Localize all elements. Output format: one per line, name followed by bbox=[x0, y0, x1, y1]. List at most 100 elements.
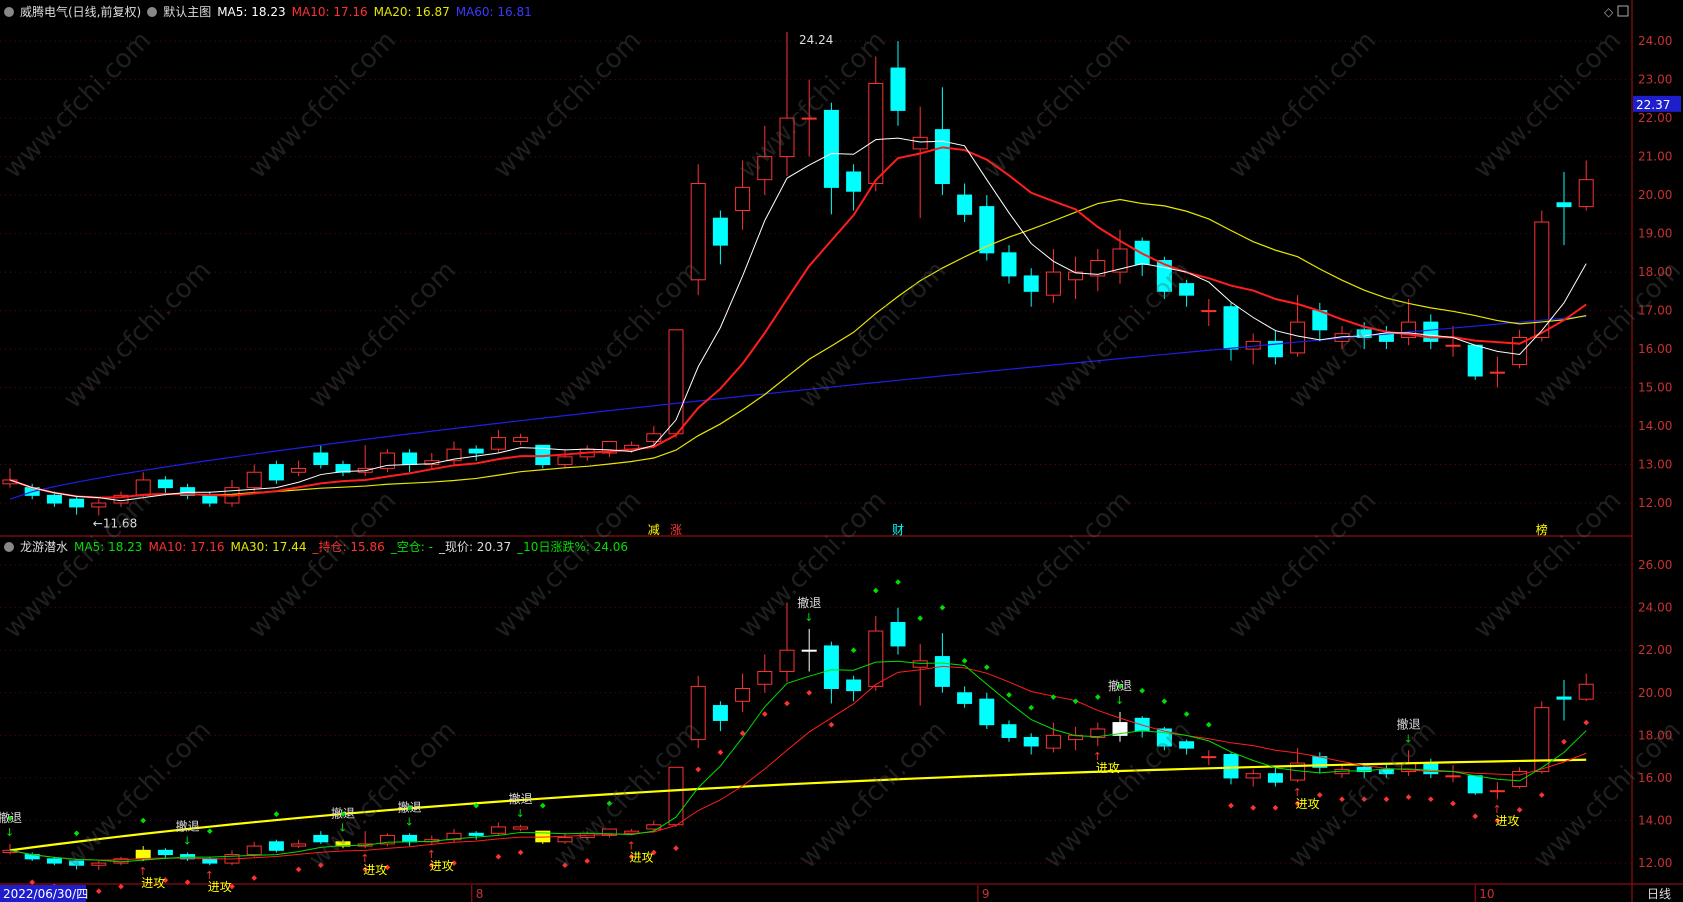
sub-candle-body[interactable] bbox=[1223, 754, 1239, 779]
attack-label: 进攻 bbox=[630, 850, 654, 864]
sub-candle-body[interactable] bbox=[801, 649, 817, 652]
candle-body[interactable] bbox=[757, 156, 773, 181]
candle-body[interactable] bbox=[690, 183, 706, 281]
sub-candle-body[interactable] bbox=[1179, 741, 1195, 749]
sub-candle-body[interactable] bbox=[1489, 790, 1505, 793]
sub-candle-body[interactable] bbox=[1023, 736, 1039, 747]
candle-body[interactable] bbox=[868, 82, 884, 185]
candle-body[interactable] bbox=[313, 452, 329, 466]
candle-body[interactable] bbox=[779, 117, 795, 158]
sub-candle-body[interactable] bbox=[1001, 724, 1017, 738]
stock-chart[interactable]: 12.00 13.00 14.00 15.00 16.00 17.00 18.00 19.00… bbox=[0, 0, 1683, 902]
candle-body[interactable] bbox=[801, 117, 817, 120]
candle-body[interactable] bbox=[202, 494, 218, 504]
candle-body[interactable] bbox=[1045, 271, 1061, 296]
candle-body[interactable] bbox=[291, 467, 307, 473]
layout-toggle-icon[interactable]: ◇ bbox=[1604, 5, 1614, 19]
candle-body[interactable] bbox=[934, 129, 950, 185]
retreat-arrow-icon: ↓ bbox=[5, 826, 14, 839]
indicator-menu-icon[interactable] bbox=[4, 542, 14, 552]
candle-body[interactable] bbox=[246, 471, 262, 489]
sub-candle-body[interactable] bbox=[1245, 773, 1261, 779]
sub-candle-body[interactable] bbox=[557, 837, 573, 843]
attack-label: 进攻 bbox=[1296, 797, 1320, 811]
sub-candle-body[interactable] bbox=[1534, 707, 1550, 773]
sub-candle-body[interactable] bbox=[1578, 683, 1594, 700]
sub-candle-body[interactable] bbox=[1467, 775, 1483, 794]
sub-candle-body[interactable] bbox=[291, 843, 307, 847]
candle-body[interactable] bbox=[668, 329, 684, 435]
sub-candle-body[interactable] bbox=[846, 679, 862, 692]
sub-candle-body[interactable] bbox=[91, 862, 107, 866]
candle-body[interactable] bbox=[1556, 202, 1572, 208]
sub-candle-body[interactable] bbox=[268, 841, 284, 851]
candle-body[interactable] bbox=[135, 479, 151, 496]
sub-candle-body[interactable] bbox=[779, 649, 795, 672]
sub-candle-body[interactable] bbox=[1378, 768, 1394, 775]
candle-body[interactable] bbox=[1223, 306, 1239, 350]
sub-candle-body[interactable] bbox=[402, 834, 418, 843]
sub-candle-body[interactable] bbox=[868, 630, 884, 687]
sub-candle-body[interactable] bbox=[735, 688, 751, 702]
sub-candle-body[interactable] bbox=[1556, 696, 1572, 700]
candle-body[interactable] bbox=[846, 171, 862, 192]
sub-candle-body[interactable] bbox=[712, 705, 728, 721]
sub-candle-body[interactable] bbox=[823, 645, 839, 690]
candle-body[interactable] bbox=[1578, 179, 1594, 208]
sub-candle-body[interactable] bbox=[979, 698, 995, 726]
candle-body[interactable] bbox=[1023, 275, 1039, 292]
candle-body[interactable] bbox=[890, 67, 906, 111]
sub-candle-body[interactable] bbox=[468, 832, 484, 836]
candle-body[interactable] bbox=[490, 437, 506, 450]
panel-menu-icon[interactable] bbox=[4, 7, 14, 17]
candle-body[interactable] bbox=[1201, 310, 1217, 313]
sub-candle-body[interactable] bbox=[46, 858, 62, 864]
sub-candle-body[interactable] bbox=[934, 656, 950, 687]
candle-body[interactable] bbox=[957, 194, 973, 215]
candle-body[interactable] bbox=[912, 136, 928, 150]
sub-candle-body[interactable] bbox=[313, 834, 329, 843]
retreat-arrow-icon: ↓ bbox=[183, 834, 192, 847]
candle-body[interactable] bbox=[468, 448, 484, 454]
sub-candle-body[interactable] bbox=[246, 845, 262, 856]
main-y-tick-label: 18.00 bbox=[1638, 265, 1672, 279]
candle-body[interactable] bbox=[91, 502, 107, 508]
candle-body[interactable] bbox=[1445, 344, 1461, 347]
sub-candle-body[interactable] bbox=[157, 849, 173, 856]
candle-body[interactable] bbox=[735, 186, 751, 211]
sub-candle-body[interactable] bbox=[1201, 756, 1217, 759]
sub-candle-body[interactable] bbox=[890, 622, 906, 647]
candle-body[interactable] bbox=[157, 479, 173, 489]
sub-candle-body[interactable] bbox=[668, 766, 684, 826]
candle-body[interactable] bbox=[1290, 321, 1306, 354]
candle-body[interactable] bbox=[1489, 371, 1505, 374]
candle-body[interactable] bbox=[1467, 344, 1483, 377]
sub-y-tick-label: 20.00 bbox=[1638, 686, 1672, 700]
candle-body[interactable] bbox=[1179, 283, 1195, 296]
sub-candle-body[interactable] bbox=[69, 860, 85, 866]
candle-body[interactable] bbox=[513, 437, 529, 442]
sub-candle-body[interactable] bbox=[757, 670, 773, 685]
sub-candle-body[interactable] bbox=[202, 858, 218, 864]
candle-body[interactable] bbox=[69, 498, 85, 508]
template-menu-icon[interactable] bbox=[147, 7, 158, 17]
sub-candle-body[interactable] bbox=[1445, 775, 1461, 778]
sub-candle-body[interactable] bbox=[1423, 762, 1439, 775]
sub-candle-body[interactable] bbox=[490, 826, 506, 834]
sub-candle-body[interactable] bbox=[690, 685, 706, 741]
candle-body[interactable] bbox=[823, 109, 839, 188]
main-y-tick-label: 20.00 bbox=[1638, 188, 1672, 202]
candle-body[interactable] bbox=[402, 452, 418, 466]
candle-body[interactable] bbox=[712, 217, 728, 246]
candle-body[interactable] bbox=[1001, 252, 1017, 277]
sub-candle-body[interactable] bbox=[912, 660, 928, 668]
sub-candle-body[interactable] bbox=[957, 692, 973, 704]
sub-candle-body[interactable] bbox=[1267, 773, 1283, 783]
sub-y-tick-label: 22.00 bbox=[1638, 643, 1672, 657]
candle-body[interactable] bbox=[557, 456, 573, 466]
sub-candle-body[interactable] bbox=[135, 849, 151, 860]
candle-body[interactable] bbox=[46, 494, 62, 504]
sub-candle-body[interactable] bbox=[513, 826, 529, 830]
candle-body[interactable] bbox=[268, 464, 284, 481]
sub-candle-body[interactable] bbox=[1045, 734, 1061, 749]
